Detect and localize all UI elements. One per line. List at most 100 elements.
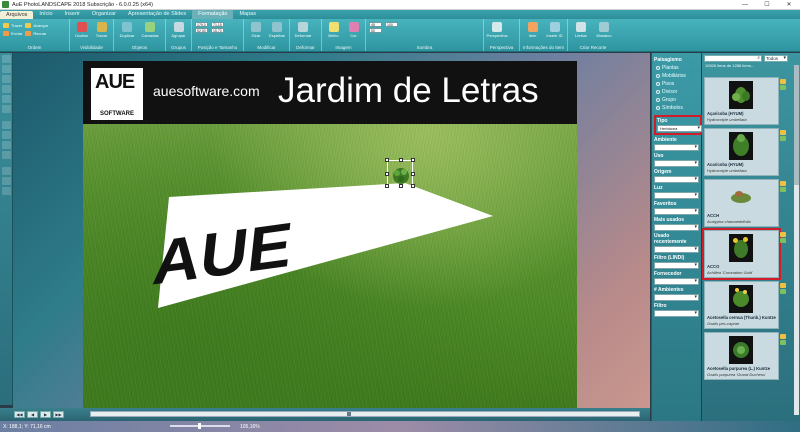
filter-ambiente-dropdown[interactable] xyxy=(654,144,699,151)
backward-button[interactable]: Recuar xyxy=(25,30,48,37)
width-field[interactable]: 71,15 xyxy=(211,22,224,27)
shadow-size-field[interactable]: 100 xyxy=(385,22,398,27)
select-tool-icon[interactable] xyxy=(2,55,11,63)
filter-ambientes-dropdown[interactable] xyxy=(654,294,699,301)
prev-frame-button[interactable]: ◀ xyxy=(27,411,38,418)
resize-handle-ne[interactable] xyxy=(411,158,415,162)
tab-apresentacao[interactable]: Apresentação de Slides xyxy=(122,10,192,19)
play-button[interactable]: ▶ xyxy=(40,411,51,418)
freehand-tool-icon[interactable] xyxy=(2,151,11,159)
horizontal-scrollbar[interactable] xyxy=(90,411,640,417)
radio-simbolos[interactable]: Símbolos xyxy=(656,105,699,111)
lawn-letters-graphic[interactable]: AUE xyxy=(83,61,577,409)
favorite-star-icon[interactable] xyxy=(780,79,786,84)
favorite-star-icon[interactable] xyxy=(780,181,786,186)
plant-card-acaricoba-2[interactable]: Acaricoba (HYUM) Hydrocotyle umbellata xyxy=(704,128,779,176)
polygon-tool-icon[interactable] xyxy=(2,141,11,149)
design-canvas[interactable]: AUE SOFTWARE auesoftware.com Jardim de L… xyxy=(83,61,577,409)
pos-y-field[interactable]: 52,00 xyxy=(195,28,208,33)
perspective-button[interactable]: Perspectiva xyxy=(487,22,507,38)
close-button[interactable]: ✕ xyxy=(778,0,800,10)
plant-list-scrollbar[interactable] xyxy=(794,65,799,415)
line-tool-icon[interactable] xyxy=(2,167,11,175)
layers-button[interactable]: Camadas xyxy=(140,22,160,38)
radio-plantas[interactable]: Plantas xyxy=(656,65,699,71)
resize-handle-s[interactable] xyxy=(399,184,403,188)
lock-button[interactable]: Travar xyxy=(93,22,110,38)
mosaic-button[interactable]: Mosaico xyxy=(594,22,614,38)
scrollbar-thumb[interactable] xyxy=(347,412,351,416)
shadow-angle-field[interactable]: 45 xyxy=(369,22,382,27)
add-icon[interactable] xyxy=(780,238,786,243)
zoom-slider-knob[interactable] xyxy=(198,423,201,429)
tab-arquivos[interactable]: Arquivos xyxy=(0,11,34,19)
tab-inicio[interactable]: Início xyxy=(33,10,58,19)
favorite-star-icon[interactable] xyxy=(780,283,786,288)
resize-handle-sw[interactable] xyxy=(385,184,389,188)
radio-grupo[interactable]: Grupo xyxy=(656,97,699,103)
filter-luz-dropdown[interactable] xyxy=(654,192,699,199)
pos-x-field[interactable]: 179,0 xyxy=(195,22,208,27)
duplicate-button[interactable]: Duplicar xyxy=(117,22,137,38)
filter-origem-dropdown[interactable] xyxy=(654,176,699,183)
plant-card-acetosella-purpurea[interactable]: Acetosella purpurea (L.) Kuntze Oxalis p… xyxy=(704,332,779,380)
tab-organizar[interactable]: Organizar xyxy=(86,10,122,19)
plant-card-acetosella-cernua[interactable]: Acetosella cernua (Thunb.) Kuntze Oxalis… xyxy=(704,281,779,329)
plant-card-acch[interactable]: ACCH Acalypha chamaedrifolia xyxy=(704,179,779,227)
hide-button[interactable]: Ocultar xyxy=(73,22,90,38)
group-button[interactable]: Agrupar xyxy=(169,22,188,38)
brightness-button[interactable]: Brilho xyxy=(325,22,342,38)
filter-lindi-dropdown[interactable] xyxy=(654,262,699,269)
filter-recentes-dropdown[interactable] xyxy=(654,246,699,253)
add-icon[interactable] xyxy=(780,136,786,141)
filter-fornecedor-dropdown[interactable] xyxy=(654,278,699,285)
tipo-dropdown[interactable]: Herbácea xyxy=(657,125,702,132)
send-back-button[interactable]: Enviar xyxy=(3,30,22,37)
radio-divisor[interactable]: Divisor xyxy=(656,89,699,95)
add-icon[interactable] xyxy=(780,340,786,345)
search-icon[interactable]: ⌕ xyxy=(757,55,760,61)
bring-front-button[interactable]: Trazer xyxy=(3,22,22,29)
add-icon[interactable] xyxy=(780,187,786,192)
limit-button[interactable]: Limitar xyxy=(571,22,591,38)
radio-pisos[interactable]: Pisos xyxy=(656,81,699,87)
tab-formatacao[interactable]: Formatação xyxy=(192,10,234,19)
minimize-button[interactable]: — xyxy=(734,0,756,10)
zoom-window-icon[interactable] xyxy=(2,105,11,113)
height-field[interactable]: 15,70 xyxy=(211,28,224,33)
rotate-button[interactable]: Girar xyxy=(247,22,265,38)
insert-id-button[interactable]: Inserir ID xyxy=(545,22,564,38)
zoom-in-icon[interactable] xyxy=(2,75,11,83)
shadow-opacity-field[interactable]: 50 xyxy=(369,28,382,33)
first-frame-button[interactable]: ◀◀ xyxy=(14,411,25,418)
brush-tool-icon[interactable] xyxy=(2,177,11,185)
eraser-tool-icon[interactable] xyxy=(2,187,11,195)
tab-inserir[interactable]: Inserir xyxy=(59,10,86,19)
favorite-star-icon[interactable] xyxy=(780,334,786,339)
filter-filtro-dropdown[interactable] xyxy=(654,310,699,317)
forward-button[interactable]: Avançar xyxy=(25,22,48,29)
plant-search-input[interactable]: ⌕ xyxy=(704,55,762,62)
plant-card-acaricoba-1[interactable]: Açaricoba (HYUM) Hydrocotyle umbellata xyxy=(704,77,779,125)
ellipse-tool-icon[interactable] xyxy=(2,131,11,139)
selection-box[interactable] xyxy=(385,158,415,188)
resize-handle-se[interactable] xyxy=(411,184,415,188)
plant-list-scroll-thumb[interactable] xyxy=(794,65,799,185)
radio-mobiliarios[interactable]: Mobiliários xyxy=(656,73,699,79)
last-frame-button[interactable]: ▶▶ xyxy=(53,411,64,418)
pan-tool-icon[interactable] xyxy=(2,65,11,73)
mirror-button[interactable]: Espelhar xyxy=(268,22,286,38)
maximize-button[interactable]: ☐ xyxy=(756,0,778,10)
add-icon[interactable] xyxy=(780,289,786,294)
favorite-star-icon[interactable] xyxy=(780,130,786,135)
filter-favoritos-dropdown[interactable] xyxy=(654,208,699,215)
filter-mais-usados-dropdown[interactable] xyxy=(654,224,699,231)
filter-uso-dropdown[interactable] xyxy=(654,160,699,167)
tab-mapas[interactable]: Mapas xyxy=(233,10,262,19)
plant-card-acco-selected[interactable]: ACCO Achillea 'Coronation Gold' xyxy=(702,228,781,280)
deform-button[interactable]: Deformar xyxy=(293,22,313,38)
favorite-star-icon[interactable] xyxy=(780,232,786,237)
add-icon[interactable] xyxy=(780,85,786,90)
zoom-fit-icon[interactable] xyxy=(2,95,11,103)
resize-handle-e[interactable] xyxy=(411,172,415,176)
